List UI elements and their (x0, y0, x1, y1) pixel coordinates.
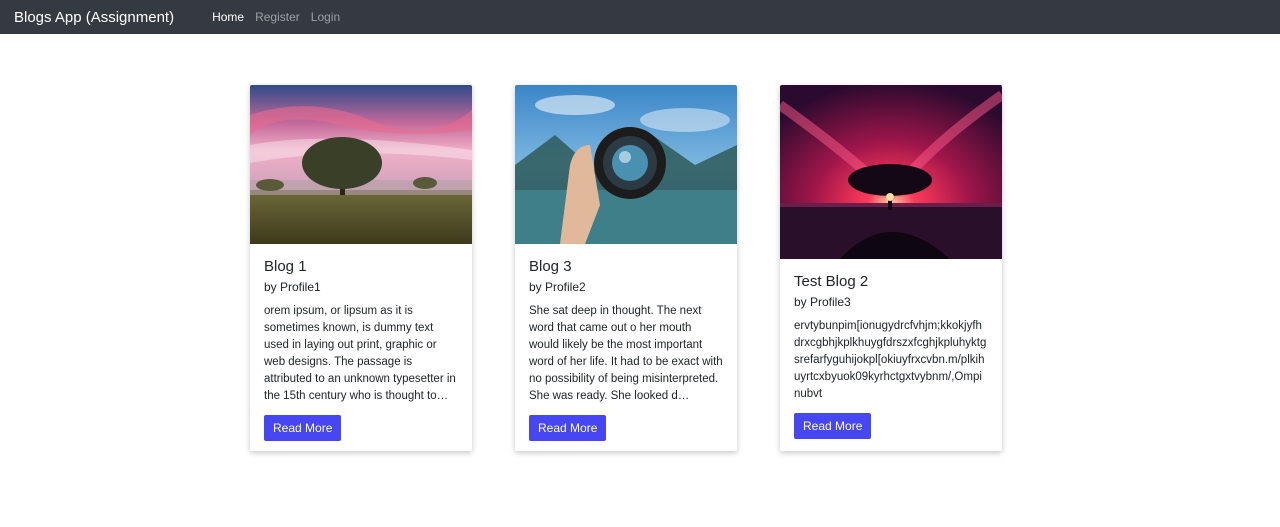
blog-card-excerpt: orem ipsum, or lipsum as it is sometimes… (264, 305, 456, 402)
top-navbar: Blogs App (Assignment) Home Register Log… (0, 0, 1280, 34)
blog-card-image (780, 85, 1002, 259)
blog-card-list: Blog 1 by Profile1 orem ipsum, or lipsum… (0, 34, 1280, 527)
blog-card-image (250, 85, 472, 244)
blog-card: Blog 3 by Profile2 She sat deep in thoug… (515, 85, 737, 451)
read-more-button[interactable]: Read More (264, 415, 342, 441)
blog-card-excerpt: She sat deep in thought. The next word t… (529, 305, 723, 402)
blog-card-title: Blog 3 (529, 258, 572, 275)
nav-link-home[interactable]: Home (212, 10, 244, 24)
blog-card-excerpt: ervtybunpim[ionugydrcfvhjm;kkokjyfhdrxcg… (794, 320, 987, 400)
blog-card-author: by Profile3 (794, 295, 851, 309)
tree-sunset-image (250, 85, 472, 244)
blog-card-author: by Profile2 (529, 280, 586, 294)
blog-card: Test Blog 2 by Profile3 ervtybunpim[ionu… (780, 85, 1002, 451)
red-sky-tree-image (780, 85, 1002, 259)
blog-card: Blog 1 by Profile1 orem ipsum, or lipsum… (250, 85, 472, 451)
blog-card-title: Test Blog 2 (794, 273, 869, 290)
camera-lens-image (515, 85, 737, 244)
nav-link-login[interactable]: Login (311, 10, 340, 24)
nav-link-register[interactable]: Register (255, 10, 300, 24)
read-more-button[interactable]: Read More (794, 413, 872, 439)
read-more-button[interactable]: Read More (529, 415, 607, 441)
blog-card-author: by Profile1 (264, 280, 321, 294)
brand-logo-text[interactable]: Blogs App (Assignment) (14, 9, 174, 26)
blog-card-title: Blog 1 (264, 258, 307, 275)
blog-card-image (515, 85, 737, 244)
